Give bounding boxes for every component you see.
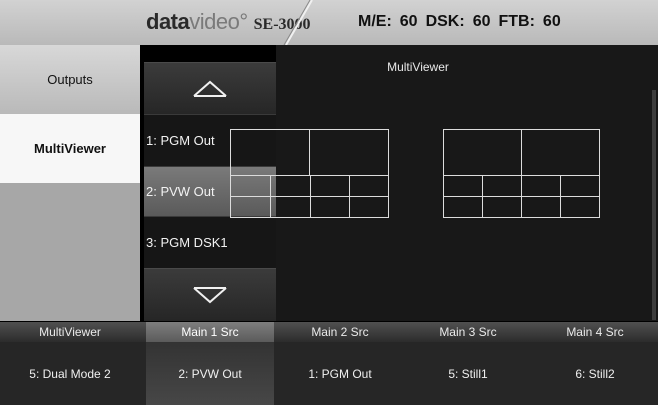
sidebar-item-label: Outputs xyxy=(47,72,93,87)
param-value-main3[interactable]: 5: Still1 xyxy=(404,342,532,405)
sidebar-item-outputs[interactable]: Outputs xyxy=(0,45,140,114)
source-list-overlay xyxy=(144,62,276,320)
layout-window-large-left xyxy=(443,129,522,176)
layout-window-large-right xyxy=(521,129,600,176)
brand-mark: ° xyxy=(239,9,248,34)
brand-text-secondary: video xyxy=(189,9,240,34)
brand-text-primary: data xyxy=(146,9,190,34)
sidebar-item-multiviewer[interactable]: MultiViewer xyxy=(0,114,140,183)
layout-window-small xyxy=(349,175,389,197)
param-header-multiviewer: MultiViewer xyxy=(39,325,101,339)
sidebar-item-label: MultiViewer xyxy=(33,141,106,156)
me-value: 60 xyxy=(399,13,418,30)
layout-window-small xyxy=(270,196,311,218)
layout-window-small xyxy=(349,196,389,218)
layout-window-small xyxy=(310,196,350,218)
param-value-main2[interactable]: 1: PGM Out xyxy=(276,342,404,405)
ftb-value: 60 xyxy=(542,13,561,30)
param-header-main4: Main 4 Src xyxy=(566,325,624,339)
param-value-multiviewer[interactable]: 5: Dual Mode 2 xyxy=(0,342,140,405)
transition-rates: M/E: 60 DSK: 60 FTB: 60 xyxy=(358,13,569,35)
param-header-main3: Main 3 Src xyxy=(439,325,497,339)
divider-slash xyxy=(283,0,313,45)
multiviewer-layout-dual-mode-2[interactable] xyxy=(443,129,600,218)
layout-window-small xyxy=(310,175,350,197)
param-value-main1[interactable]: 2: PVW Out xyxy=(146,342,274,405)
page-title: MultiViewer xyxy=(387,60,449,74)
top-bar: datavideo° SE-3000 M/E: 60 DSK: 60 FTB: … xyxy=(0,0,658,45)
layout-window-small xyxy=(270,175,311,197)
layout-window-large-right xyxy=(309,129,389,176)
param-value-main4[interactable]: 6: Still2 xyxy=(532,342,658,405)
ftb-label: FTB: xyxy=(498,13,535,30)
param-header-main2: Main 2 Src xyxy=(311,325,369,339)
dsk-label: DSK: xyxy=(425,13,465,30)
scrollbar[interactable] xyxy=(652,90,656,320)
layout-divider xyxy=(443,196,600,197)
dsk-value: 60 xyxy=(472,13,491,30)
me-label: M/E: xyxy=(358,13,392,30)
param-header-main1: Main 1 Src xyxy=(146,322,274,342)
